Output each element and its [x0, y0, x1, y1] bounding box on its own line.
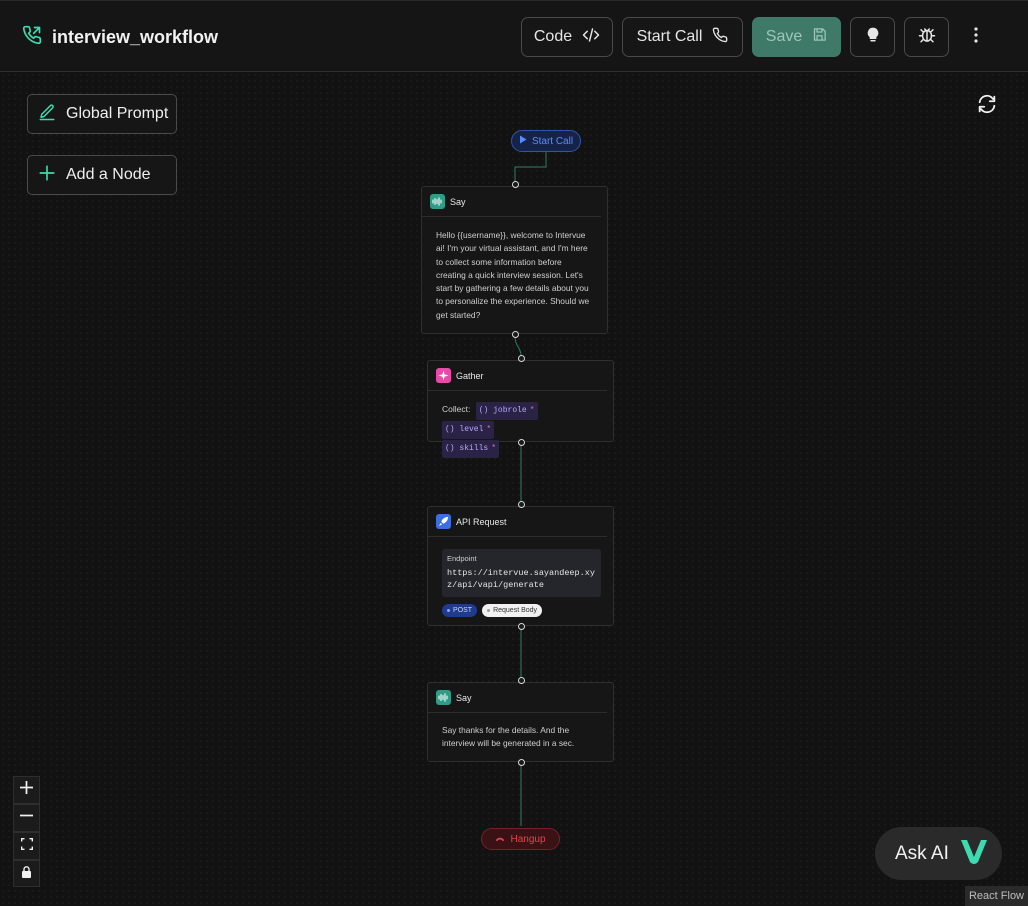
hangup-node-label: Hangup — [510, 833, 546, 845]
start-call-node-label: Start Call — [531, 135, 574, 147]
api-chips: POST Request Body — [428, 597, 613, 617]
edge-start-to-say — [514, 152, 547, 183]
hangup-icon — [495, 834, 505, 845]
http-method-badge: POST — [442, 604, 478, 617]
api-request-node[interactable]: API Request Endpoint https://intervue.sa… — [427, 506, 614, 626]
fit-view-button[interactable] — [13, 832, 40, 860]
say-node-2-input-handle[interactable] — [517, 676, 525, 684]
lock-button[interactable] — [13, 860, 40, 887]
say-node-1-title: Say — [450, 196, 466, 207]
say-node-2-output-handle[interactable] — [517, 758, 525, 766]
gather-collect-list: Collect: () jobrole * () level * () skills… — [428, 391, 613, 458]
play-icon — [519, 135, 527, 147]
ask-ai-label: Ask AI — [895, 842, 949, 864]
vapi-logo-icon — [959, 837, 989, 871]
react-flow-attribution[interactable]: React Flow — [965, 886, 1028, 906]
rocket-icon — [436, 514, 451, 529]
sparkle-icon — [436, 368, 451, 383]
say-node-2-text: Say thanks for the details. And the inte… — [442, 725, 575, 749]
zoom-in-button[interactable] — [13, 776, 40, 804]
say-node-2-header: Say — [428, 683, 607, 713]
plus-icon — [20, 781, 33, 799]
request-body-badge[interactable]: Request Body — [482, 604, 543, 617]
gather-collect-label: Collect: — [442, 404, 471, 414]
gather-node-header: Gather — [428, 361, 607, 391]
say-node-1-header: Say — [422, 187, 601, 217]
hangup-node[interactable]: Hangup — [481, 828, 560, 850]
say-node-2[interactable]: Say Say thanks for the details. And the … — [427, 682, 614, 762]
say-node-1-text: Hello {{username}}, welcome to Intervue … — [436, 230, 590, 320]
api-endpoint-box: Endpoint https://intervue.sayandeep.xyz/… — [442, 549, 601, 597]
waveform-icon — [436, 690, 451, 705]
gather-node-title: Gather — [456, 370, 484, 381]
zoom-out-button[interactable] — [13, 804, 40, 832]
say-node-2-title: Say — [456, 692, 472, 703]
waveform-icon — [430, 194, 445, 209]
minus-icon — [20, 809, 33, 827]
gather-node-output-handle[interactable] — [517, 438, 525, 446]
api-endpoint-label: Endpoint — [447, 554, 477, 563]
gather-var-tag: () jobrole * — [475, 402, 538, 420]
say-node-1-input-handle[interactable] — [511, 180, 519, 188]
fit-view-icon — [20, 837, 33, 855]
edge-say-to-gather — [514, 335, 522, 357]
api-request-node-header: API Request — [428, 507, 607, 537]
api-request-node-title: API Request — [456, 516, 507, 527]
api-endpoint-url: https://intervue.sayandeep.xyz/api/vapi/… — [447, 568, 595, 590]
gather-node[interactable]: Gather Collect: () jobrole * () level * ()… — [427, 360, 614, 458]
gather-node-input-handle[interactable] — [517, 354, 525, 362]
start-call-node[interactable]: Start Call — [511, 130, 581, 152]
lock-icon — [21, 865, 32, 883]
api-node-output-handle[interactable] — [517, 622, 525, 630]
gather-var-tag: () level * — [442, 421, 495, 439]
say-node-1-output-handle[interactable] — [511, 330, 519, 338]
api-node-input-handle[interactable] — [517, 500, 525, 508]
ask-ai-button[interactable]: Ask AI — [875, 827, 1002, 880]
gather-var-tag: () skills * — [442, 440, 500, 458]
say-node-1[interactable]: Say Hello {{username}}, welcome to Inter… — [421, 186, 608, 334]
